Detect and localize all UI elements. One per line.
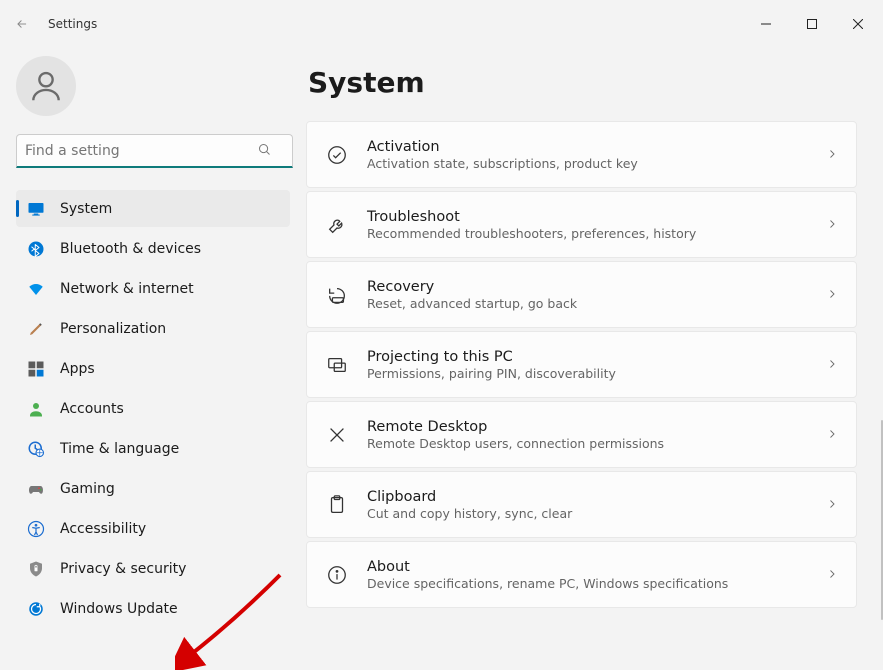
sidebar-item-network[interactable]: Network & internet bbox=[16, 270, 290, 307]
sidebar-item-accessibility[interactable]: Accessibility bbox=[16, 510, 290, 547]
back-button[interactable] bbox=[8, 10, 36, 38]
sidebar-item-label: Network & internet bbox=[60, 281, 194, 297]
sidebar-item-label: Gaming bbox=[60, 481, 115, 497]
minimize-button[interactable] bbox=[743, 8, 789, 40]
sidebar-item-label: System bbox=[60, 201, 112, 217]
sidebar-item-system[interactable]: System bbox=[16, 190, 290, 227]
titlebar: Settings bbox=[0, 0, 883, 48]
settings-card-clipboard[interactable]: ClipboardCut and copy history, sync, cle… bbox=[306, 471, 857, 538]
sidebar-item-time-language[interactable]: Time & language bbox=[16, 430, 290, 467]
project-icon bbox=[325, 353, 349, 377]
chevron-right-icon bbox=[826, 285, 838, 304]
sidebar-item-privacy[interactable]: Privacy & security bbox=[16, 550, 290, 587]
chevron-right-icon bbox=[826, 565, 838, 584]
sidebar-item-label: Personalization bbox=[60, 321, 166, 337]
nav-list: System Bluetooth & devices Network & int… bbox=[16, 190, 290, 627]
shield-icon bbox=[27, 560, 45, 578]
update-icon bbox=[27, 600, 45, 618]
card-title: Troubleshoot bbox=[367, 209, 808, 225]
settings-card-activation[interactable]: ActivationActivation state, subscription… bbox=[306, 121, 857, 188]
card-title: Projecting to this PC bbox=[367, 349, 808, 365]
card-title: Remote Desktop bbox=[367, 419, 808, 435]
card-subtitle: Reset, advanced startup, go back bbox=[367, 296, 808, 311]
wrench-icon bbox=[325, 213, 349, 237]
accessibility-icon bbox=[27, 520, 45, 538]
remote-icon bbox=[325, 423, 349, 447]
clock-globe-icon bbox=[27, 440, 45, 458]
chevron-right-icon bbox=[826, 215, 838, 234]
wifi-icon bbox=[27, 280, 45, 298]
sidebar-item-label: Time & language bbox=[60, 441, 179, 457]
sidebar-item-label: Accounts bbox=[60, 401, 124, 417]
display-icon bbox=[27, 200, 45, 218]
chevron-right-icon bbox=[826, 145, 838, 164]
settings-card-recovery[interactable]: RecoveryReset, advanced startup, go back bbox=[306, 261, 857, 328]
sidebar-item-apps[interactable]: Apps bbox=[16, 350, 290, 387]
recovery-icon bbox=[325, 283, 349, 307]
card-title: About bbox=[367, 559, 808, 575]
card-subtitle: Device specifications, rename PC, Window… bbox=[367, 576, 808, 591]
card-subtitle: Remote Desktop users, connection permiss… bbox=[367, 436, 808, 451]
window-title: Settings bbox=[48, 17, 97, 31]
user-avatar[interactable] bbox=[16, 56, 76, 116]
sidebar-item-label: Apps bbox=[60, 361, 95, 377]
sidebar-item-label: Bluetooth & devices bbox=[60, 241, 201, 257]
sidebar-item-accounts[interactable]: Accounts bbox=[16, 390, 290, 427]
paintbrush-icon bbox=[27, 320, 45, 338]
sidebar-item-label: Privacy & security bbox=[60, 561, 186, 577]
close-button[interactable] bbox=[835, 8, 881, 40]
chevron-right-icon bbox=[826, 495, 838, 514]
card-title: Clipboard bbox=[367, 489, 808, 505]
settings-card-about[interactable]: AboutDevice specifications, rename PC, W… bbox=[306, 541, 857, 608]
maximize-button[interactable] bbox=[789, 8, 835, 40]
sidebar-item-gaming[interactable]: Gaming bbox=[16, 470, 290, 507]
sidebar-item-label: Windows Update bbox=[60, 601, 178, 617]
clipboard-icon bbox=[325, 493, 349, 517]
sidebar-item-personalization[interactable]: Personalization bbox=[16, 310, 290, 347]
search-input[interactable] bbox=[16, 134, 293, 168]
card-subtitle: Activation state, subscriptions, product… bbox=[367, 156, 808, 171]
apps-icon bbox=[27, 360, 45, 378]
card-subtitle: Permissions, pairing PIN, discoverabilit… bbox=[367, 366, 808, 381]
search-icon bbox=[257, 142, 272, 161]
settings-card-projecting[interactable]: Projecting to this PCPermissions, pairin… bbox=[306, 331, 857, 398]
settings-card-remote-desktop[interactable]: Remote DesktopRemote Desktop users, conn… bbox=[306, 401, 857, 468]
sidebar-item-windows-update[interactable]: Windows Update bbox=[16, 590, 290, 627]
card-title: Recovery bbox=[367, 279, 808, 295]
info-icon bbox=[325, 563, 349, 587]
person-icon bbox=[27, 400, 45, 418]
sidebar-item-bluetooth[interactable]: Bluetooth & devices bbox=[16, 230, 290, 267]
card-subtitle: Cut and copy history, sync, clear bbox=[367, 506, 808, 521]
bluetooth-icon bbox=[27, 240, 45, 258]
card-title: Activation bbox=[367, 139, 808, 155]
check-circle-icon bbox=[325, 143, 349, 167]
search-box[interactable] bbox=[16, 134, 290, 168]
chevron-right-icon bbox=[826, 425, 838, 444]
gamepad-icon bbox=[27, 480, 45, 498]
page-heading: System bbox=[308, 66, 857, 99]
sidebar-item-label: Accessibility bbox=[60, 521, 146, 537]
chevron-right-icon bbox=[826, 355, 838, 374]
main-content: System ActivationActivation state, subsc… bbox=[300, 48, 883, 652]
card-subtitle: Recommended troubleshooters, preferences… bbox=[367, 226, 808, 241]
settings-card-troubleshoot[interactable]: TroubleshootRecommended troubleshooters,… bbox=[306, 191, 857, 258]
sidebar: System Bluetooth & devices Network & int… bbox=[0, 48, 300, 652]
